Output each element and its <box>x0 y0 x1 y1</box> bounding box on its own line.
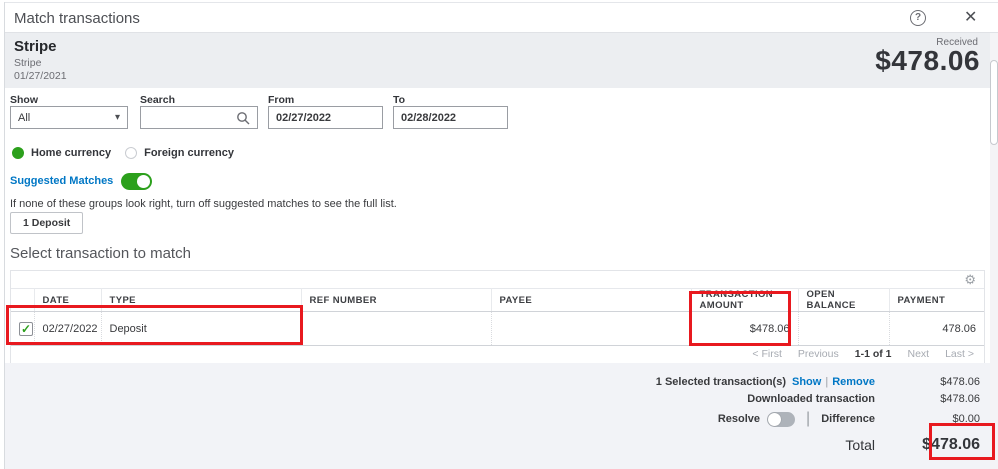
payee-name: Stripe <box>14 38 57 55</box>
payee-date: 01/27/2021 <box>14 70 67 82</box>
resolve-difference-row: Resolve | Difference $0.00 <box>718 410 980 428</box>
search-label: Search <box>140 94 176 106</box>
show-remove-links: Show | Remove <box>792 376 875 388</box>
scrollbar-thumb[interactable] <box>990 60 998 145</box>
to-date-box <box>393 106 508 129</box>
ref-number-cell <box>301 311 492 346</box>
difference-label: Difference <box>821 413 875 425</box>
total-amount: $478.06 <box>922 436 980 453</box>
suggested-matches-info: If none of these groups look right, turn… <box>10 198 397 210</box>
foreign-currency-radio[interactable] <box>125 147 138 159</box>
open-balance-column-header: OPEN BALANCE <box>798 288 890 312</box>
toggle-knob <box>768 412 782 426</box>
show-select-value: All <box>18 111 31 124</box>
remove-link[interactable]: Remove <box>832 376 875 388</box>
pagination-first[interactable]: < First <box>752 348 781 360</box>
search-icon[interactable] <box>236 111 250 125</box>
toggle-knob <box>137 174 151 188</box>
type-column-header: TYPE <box>101 288 302 312</box>
transaction-amount-column-header: TRANSACTION AMOUNT <box>691 288 799 312</box>
search-box <box>140 106 258 129</box>
to-date-input[interactable] <box>401 111 501 124</box>
link-separator: | <box>825 376 829 388</box>
selected-amount: $478.06 <box>940 376 980 388</box>
downloaded-transaction-label: Downloaded transaction <box>747 393 875 405</box>
dialog-header: Match transactions ? ✕ <box>5 3 998 33</box>
deposit-group-button[interactable]: 1 Deposit <box>10 212 84 234</box>
pagination-range: 1-1 of 1 <box>854 347 892 360</box>
to-label: To <box>393 94 406 106</box>
gear-icon[interactable]: ⚙ <box>964 272 976 287</box>
date-cell: 02/27/2022 <box>34 311 102 346</box>
show-link[interactable]: Show <box>792 376 821 388</box>
payee-summary-band: Stripe Stripe 01/27/2021 Received $478.0… <box>5 33 998 88</box>
suggested-matches-toggle[interactable] <box>121 172 153 190</box>
from-date-input[interactable] <box>276 111 376 124</box>
downloaded-transaction-row: Downloaded transaction $478.06 <box>747 393 980 405</box>
from-label: From <box>268 94 295 106</box>
pagination: < First Previous 1-1 of 1 Next Last > <box>11 344 974 363</box>
payment-cell: 478.06 <box>889 311 984 346</box>
selected-transactions-row: 1 Selected transaction(s) Show | Remove $4… <box>656 376 980 388</box>
foreign-currency-label: Foreign currency <box>144 147 234 159</box>
from-date-box <box>268 106 383 129</box>
transactions-panel: ⚙ DATE TYPE REF NUMBER PAYEE TRANSACTION… <box>10 270 985 363</box>
payee-subname: Stripe <box>14 57 42 69</box>
type-cell: Deposit <box>101 311 302 346</box>
search-input[interactable] <box>142 108 234 127</box>
checkmark-icon: ✓ <box>20 321 32 336</box>
summary-section: 1 Selected transaction(s) Show | Remove $4… <box>5 363 998 469</box>
home-currency-radio[interactable] <box>12 147 24 159</box>
ref-number-column-header: REF NUMBER <box>301 288 492 312</box>
resolve-toggle[interactable] <box>767 411 796 427</box>
section-title: Select transaction to match <box>10 245 191 262</box>
table-row[interactable]: ✓ 02/27/2022 Deposit $478.06 478.06 <box>11 311 984 346</box>
pagination-next[interactable]: Next <box>908 348 930 360</box>
total-row: Total $478.06 <box>845 436 980 454</box>
currency-selector: Home currency Foreign currency <box>12 146 248 160</box>
date-column-header: DATE <box>34 288 102 312</box>
show-select[interactable]: All ▾ <box>10 106 128 129</box>
dialog-title: Match transactions <box>14 10 140 27</box>
difference-amount: $0.00 <box>952 413 980 425</box>
chevron-down-icon: ▾ <box>114 112 120 123</box>
transactions-table: DATE TYPE REF NUMBER PAYEE TRANSACTION A… <box>11 288 984 346</box>
checkbox-cell: ✓ <box>11 311 35 346</box>
resolve-label: Resolve <box>717 413 761 425</box>
table-header-row: DATE TYPE REF NUMBER PAYEE TRANSACTION A… <box>11 288 984 312</box>
suggested-matches-row: Suggested Matches <box>10 172 153 190</box>
pagination-last[interactable]: Last > <box>945 348 974 360</box>
close-icon[interactable]: ✕ <box>964 7 977 27</box>
help-icon[interactable]: ? <box>910 10 926 26</box>
show-label: Show <box>10 94 38 106</box>
payment-column-header: PAYMENT <box>889 288 984 312</box>
open-balance-cell <box>798 311 890 346</box>
transaction-amount-cell: $478.06 <box>691 311 799 346</box>
row-checkbox[interactable]: ✓ <box>19 321 33 336</box>
payee-cell <box>491 311 692 346</box>
total-label: Total <box>845 437 875 453</box>
pagination-previous[interactable]: Previous <box>798 348 839 360</box>
received-amount: $478.06 <box>875 45 980 76</box>
checkbox-column-header <box>11 288 35 312</box>
filter-bar: Show Search From To All ▾ <box>0 92 998 136</box>
payee-column-header: PAYEE <box>491 288 692 312</box>
downloaded-amount: $478.06 <box>940 393 980 405</box>
selected-transactions-label: 1 Selected transaction(s) <box>655 376 786 388</box>
resolve-separator: | <box>806 410 811 427</box>
suggested-matches-label[interactable]: Suggested Matches <box>10 175 113 187</box>
home-currency-label: Home currency <box>31 147 112 159</box>
